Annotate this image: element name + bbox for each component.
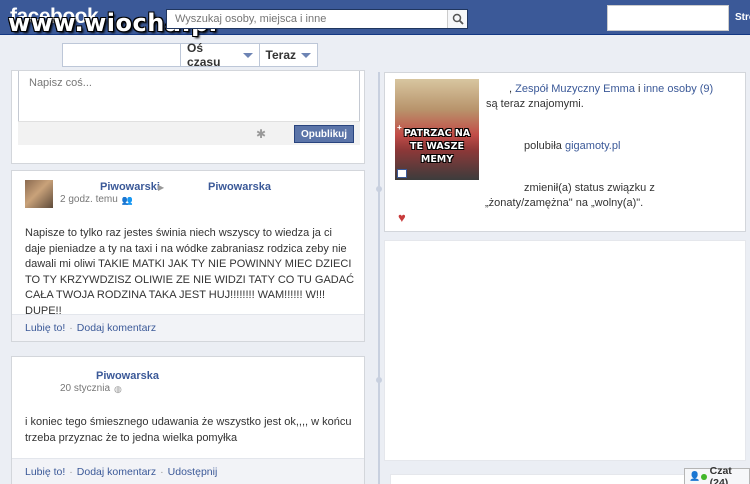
- friends-story: , Zespół Muzyczny Emma i inne osoby (9): [509, 82, 713, 97]
- photo-icon: [397, 169, 407, 178]
- meme-image[interactable]: + PATRZAC NA TE WASZE MEMY: [395, 79, 479, 180]
- search-input[interactable]: [167, 10, 447, 28]
- post: Piwowarski ▶ Piwowarska 2 godz. temu 👥 N…: [11, 170, 365, 342]
- post-timestamp[interactable]: 20 stycznia: [60, 383, 110, 394]
- comment-link[interactable]: Dodaj komentarz: [77, 466, 156, 478]
- post-meta: 2 godz. temu 👥: [60, 194, 133, 205]
- relationship-line1: zmienił(a) status związku z: [524, 182, 655, 194]
- timeline-spine: [378, 72, 380, 484]
- others-link[interactable]: inne osoby (9): [644, 83, 714, 95]
- search-icon: [452, 13, 464, 25]
- publish-button[interactable]: Opublikuj: [294, 125, 354, 143]
- post-line: Napisze to tylko raz jestes świnia niech…: [25, 227, 332, 239]
- post-actions: Lubię to! · Dodaj komentarz · Udostępnij: [12, 458, 364, 484]
- post-actions: Lubię to! · Dodaj komentarz: [12, 314, 364, 341]
- arrow-right-icon: ▶: [158, 183, 165, 192]
- chevron-down-icon: [242, 52, 253, 58]
- online-dot-icon: [701, 473, 707, 480]
- timeline-nav-blank: [63, 44, 182, 66]
- activity-card: + PATRZAC NA TE WASZE MEMY , Zespół Muzy…: [384, 72, 746, 232]
- top-bar: facebook www.wiocha.pl Stro: [0, 0, 750, 37]
- like-link[interactable]: Lubię to!: [25, 322, 65, 334]
- empty-panel: [384, 240, 746, 461]
- separator: ·: [160, 466, 164, 478]
- status-composer: Napisz coś... ✱ Opublikuj: [11, 70, 365, 164]
- timeline-nav: Oś czasu Teraz: [62, 41, 318, 69]
- meme-caption: PATRZAC NA TE WASZE MEMY: [403, 128, 471, 165]
- search-button[interactable]: [447, 10, 467, 28]
- timeline-label: Oś czasu: [187, 41, 221, 69]
- post-line: i koniec tego śmiesznego udawania że wsz…: [25, 416, 352, 428]
- timeline-dot: [376, 377, 382, 383]
- chevron-down-icon: [301, 52, 311, 58]
- friends-mid: i: [634, 83, 644, 95]
- now-label: Teraz: [265, 48, 296, 62]
- chat-label: Czat (24): [709, 464, 732, 484]
- post-text: Napisze to tylko raz jestes świnia niech…: [25, 226, 364, 319]
- post-line: daje pieniadze a ty na taxi i na wódke z…: [25, 242, 347, 255]
- heart-icon: ♥: [398, 210, 406, 225]
- top-right-field[interactable]: [607, 5, 729, 31]
- post-author[interactable]: Piwowarski: [100, 181, 160, 193]
- post-line: dawali mi oliwi TAKIE MATKI JAK TY NIE P…: [25, 258, 352, 270]
- now-dropdown[interactable]: Teraz: [260, 44, 317, 66]
- share-link[interactable]: Udostępnij: [168, 466, 218, 478]
- gear-icon[interactable]: ✱: [256, 127, 266, 141]
- post-line: trzeba przyznac że to jedna wielka pomył…: [25, 431, 238, 444]
- person-icon: 👤: [689, 471, 701, 481]
- chat-bar[interactable]: 👤 Czat (24): [684, 464, 750, 484]
- friend-link[interactable]: Zespół Muzyczny Emma: [515, 83, 635, 95]
- globe-icon[interactable]: ◍: [114, 384, 124, 393]
- post-author[interactable]: Piwowarska: [96, 370, 159, 382]
- post-line: TO TY KRZYWDZISZ OLIWIE ZE NIE WIDZI TAT…: [25, 273, 355, 286]
- liked-text: polubiła: [524, 140, 565, 152]
- post-timestamp[interactable]: 2 godz. temu: [60, 194, 118, 205]
- bottom-panel: [390, 474, 686, 484]
- search-box: [166, 9, 468, 29]
- post-text: i koniec tego śmiesznego udawania że wsz…: [25, 415, 352, 446]
- liked-page-link[interactable]: gigamoty.pl: [565, 140, 620, 152]
- friends-icon[interactable]: 👥: [122, 195, 133, 204]
- profile-link[interactable]: Stro: [735, 12, 750, 23]
- separator: ·: [69, 466, 73, 478]
- timeline-dot: [376, 186, 382, 192]
- avatar[interactable]: [25, 180, 53, 208]
- friends-story-line2: są teraz znajomymi.: [486, 98, 584, 110]
- post-meta: 20 stycznia ◍: [60, 383, 124, 394]
- comment-link[interactable]: Dodaj komentarz: [77, 322, 156, 334]
- like-link[interactable]: Lubię to!: [25, 466, 65, 478]
- separator: ·: [69, 322, 73, 334]
- liked-story: polubiła gigamoty.pl: [524, 139, 620, 154]
- post: Piwowarska 20 stycznia ◍ i koniec tego ś…: [11, 356, 365, 484]
- composer-toolbar: ✱ Opublikuj: [18, 121, 360, 145]
- timeline-dropdown[interactable]: Oś czasu: [181, 41, 260, 69]
- composer-placeholder: Napisz coś...: [29, 77, 92, 89]
- relationship-line2: „żonaty/zamężna" na „wolny(a)".: [485, 197, 644, 209]
- post-target[interactable]: Piwowarska: [208, 181, 271, 193]
